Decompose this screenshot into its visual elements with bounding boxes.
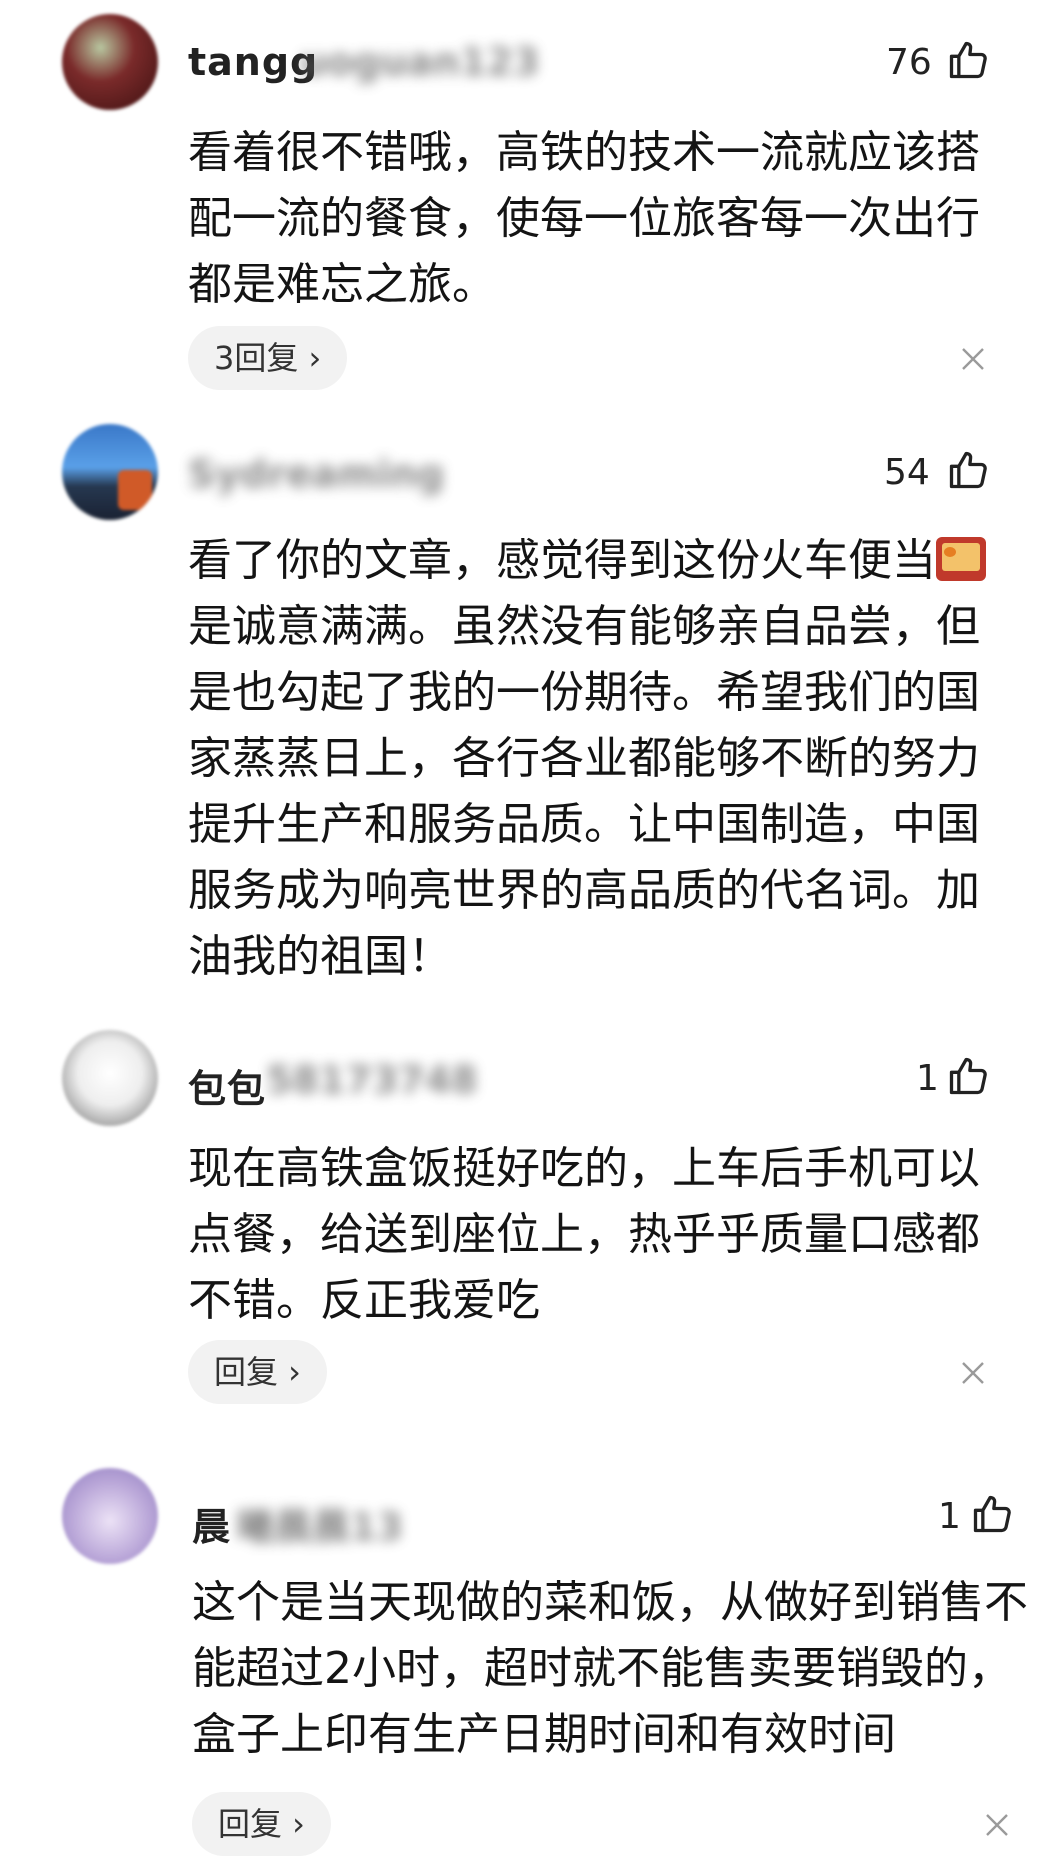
comment-text: 这个是当天现做的菜和饭，从做好到销售不能超过2小时，超时就不能售卖要销毁的，盒子… xyxy=(192,1577,1028,1760)
avatar[interactable] xyxy=(62,1468,158,1564)
username-blurred: 曦晨晨13 xyxy=(236,1505,403,1549)
comment-4: 晨 曦晨晨13 1 这个是当天现做的菜和饭，从做好到销售不能超过2小时，超时就不… xyxy=(0,0,1058,1874)
thumbs-up-icon[interactable] xyxy=(970,1492,1014,1536)
reply-button[interactable]: 回复 › xyxy=(192,1792,331,1856)
close-icon[interactable] xyxy=(982,1810,1012,1840)
like-count: 1 xyxy=(938,1496,961,1537)
username[interactable]: 晨 xyxy=(192,1496,231,1551)
